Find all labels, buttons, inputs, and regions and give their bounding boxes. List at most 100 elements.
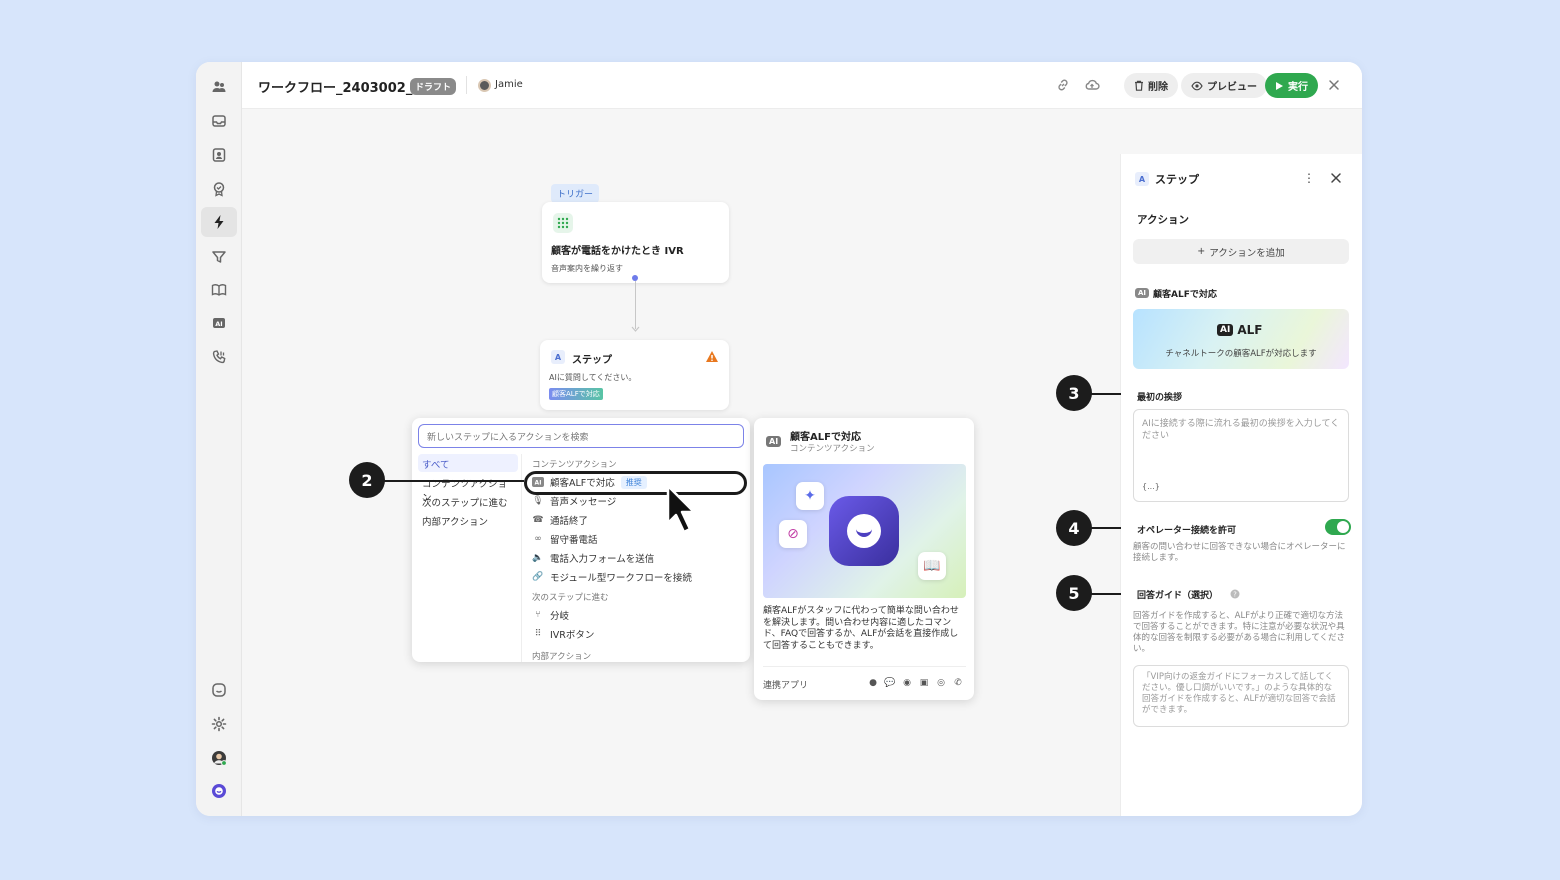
operator-label: オペレーター接続を許可 (1137, 526, 1237, 536)
step-subtitle: AIに質問してください。 (549, 373, 637, 382)
contacts-icon[interactable] (201, 140, 237, 170)
callout-5-line (1091, 593, 1121, 595)
docs-icon[interactable] (201, 275, 237, 305)
workflow-title[interactable]: ワークフロー_2403002_1 (258, 77, 421, 96)
action-item-end-call[interactable]: ☎ 通話終了 (532, 511, 588, 529)
keypad-icon: ⠿ (534, 629, 542, 639)
badge-icon[interactable] (201, 174, 237, 204)
trigger-tag: トリガー (551, 184, 600, 203)
action-label: モジュール型ワークフローを接続 (550, 573, 692, 584)
panel-close-icon[interactable] (1329, 171, 1343, 185)
mic-icon: 🎙 (532, 496, 544, 506)
step-settings-panel: A ステップ ⋮ アクション + アクションを追加 AI 顧客ALFで対応 AI… (1120, 154, 1362, 816)
trigger-node[interactable]: 顧客が電話をかけたとき IVR 音声案内を繰り返す (542, 202, 729, 283)
preview-description: 顧客ALFがスタッフに代わって簡単な問い合わせを解決します。問い合わせ内容に適し… (763, 606, 959, 651)
toolbar-divider (466, 76, 467, 94)
close-icon[interactable] (1326, 77, 1342, 93)
voicemail-icon: ∞ (534, 534, 542, 544)
operator-toggle[interactable] (1325, 519, 1351, 535)
link-icon[interactable] (1055, 77, 1071, 93)
greeting-placeholder: AIに接続する際に流れる最初の挨拶を入力してください (1142, 419, 1340, 441)
warning-icon (706, 351, 718, 362)
sparkle-icon: ✦ (796, 482, 824, 510)
team-icon[interactable] (201, 72, 237, 102)
call-icon[interactable] (201, 342, 237, 372)
campaign-icon[interactable] (201, 242, 237, 272)
step-letter-icon: A (1135, 172, 1149, 186)
preview-button[interactable]: プレビュー (1181, 73, 1267, 98)
more-vertical-icon[interactable]: ⋮ (1302, 171, 1316, 185)
user-name: Jamie (495, 79, 523, 90)
category-all[interactable]: すべて (418, 454, 518, 472)
svg-text:?: ? (1233, 591, 1237, 599)
variable-insert-button[interactable]: {...} (1142, 481, 1160, 493)
toggle-knob (1337, 521, 1349, 533)
profile-avatar[interactable] (201, 743, 237, 773)
branch-icon: ⑂ (535, 610, 541, 620)
action-label: 電話入力フォームを送信 (550, 554, 655, 565)
action-preview-card: AI 顧客ALFで対応 コンテンツアクション ✦ ⊘ 📖 顧客ALFがスタッフに… (754, 418, 974, 700)
callout-2: 2 (349, 462, 385, 498)
instagram-app-icon: ◎ (937, 678, 945, 688)
line-app-icon: ◉ (903, 678, 911, 688)
preview-subtitle: コンテンツアクション (790, 444, 875, 454)
highlight-ring (524, 471, 747, 495)
category-content-actions[interactable]: コンテンツアクション (418, 473, 518, 504)
greeting-input[interactable]: AIに接続する際に流れる最初の挨拶を入力してください {...} (1133, 409, 1349, 502)
plus-icon: + (1197, 246, 1206, 257)
action-item-voicemail[interactable]: ∞ 留守番電話 (532, 530, 597, 548)
callout-3-line (1091, 393, 1121, 395)
action-item-phone-form[interactable]: 🔈 電話入力フォームを送信 (532, 549, 654, 567)
workflow-icon[interactable] (201, 207, 237, 237)
cloud-upload-icon[interactable] (1084, 77, 1100, 93)
link-icon: 🔗 (532, 572, 544, 582)
talk-app-icon: 💬 (884, 678, 896, 688)
action-search-input[interactable]: 新しいステップに入るアクションを検索 (418, 424, 744, 448)
alf-logo-icon (829, 496, 899, 566)
action-label: IVRボタン (550, 630, 595, 641)
action-item-ivr-button[interactable]: ⠿ IVRボタン (532, 625, 595, 643)
play-icon (1276, 81, 1283, 90)
add-action-label: アクションを追加 (1209, 247, 1285, 259)
action-label: 通話終了 (550, 516, 589, 527)
step-alf-chip: 顧客ALFで対応 (549, 388, 603, 400)
help-icon[interactable]: ? (1230, 589, 1240, 599)
category-internal-actions[interactable]: 内部アクション (418, 511, 518, 529)
speaker-icon: 🔈 (532, 553, 544, 563)
operator-help: 顧客の問い合わせに回答できない場合にオペレーターに接続します。 (1133, 542, 1346, 563)
hangup-icon: ☎ (532, 515, 544, 525)
alf-banner-title-text: ALF (1237, 323, 1263, 337)
category-list: すべて コンテンツアクション 次のステップに進む 内部アクション (412, 454, 522, 662)
delete-button[interactable]: 削除 (1124, 73, 1178, 98)
guide-input[interactable]: 「VIP向けの返金ガイドにフォーカスして話してください。優し口調がいいです。」の… (1133, 665, 1349, 727)
action-item-modular-workflow[interactable]: 🔗 モジュール型ワークフローを接続 (532, 568, 692, 586)
guide-placeholder: 「VIP向けの返金ガイドにフォーカスして話してください。優し口調がいいです。」の… (1142, 672, 1336, 715)
callout-3: 3 (1056, 375, 1092, 411)
chat-app-icon: ● (869, 678, 877, 688)
inbox-icon[interactable] (201, 106, 237, 136)
action-item-branch[interactable]: ⑂ 分岐 (532, 606, 569, 624)
run-label: 実行 (1288, 82, 1308, 93)
category-next-step[interactable]: 次のステップに進む (418, 492, 518, 510)
add-action-button[interactable]: + アクションを追加 (1133, 239, 1349, 264)
ai-icon[interactable]: AI (201, 308, 237, 338)
app-logo-icon[interactable] (201, 776, 237, 806)
step-letter-icon: A (551, 350, 565, 364)
callout-5: 5 (1056, 575, 1092, 611)
callout-2-line (384, 480, 524, 482)
phone-app-icon: ✆ (954, 678, 962, 688)
eye-icon (1191, 81, 1203, 90)
arrow-down-icon (631, 326, 640, 332)
preview-label: プレビュー (1207, 82, 1257, 93)
step-node[interactable]: A ステップ AIに質問してください。 顧客ALFで対応 (540, 340, 729, 410)
draft-badge: ドラフト (410, 78, 457, 95)
trash-icon (1135, 80, 1143, 91)
alf-banner-subtitle: チャネルトークの顧客ALFが対応します (1165, 349, 1317, 359)
alf-banner[interactable]: AI ALF チャネルトークの顧客ALFが対応します (1133, 309, 1349, 369)
group-header-next-step: 次のステップに進む (532, 593, 609, 603)
settings-icon[interactable] (201, 709, 237, 739)
action-label: 音声メッセージ (550, 497, 617, 508)
chat-icon[interactable] (201, 675, 237, 705)
run-button[interactable]: 実行 (1265, 73, 1318, 98)
app-window: AI ワークフロー_2403002_1 ドラフト Jamie 削除 プレビュー … (196, 62, 1362, 816)
